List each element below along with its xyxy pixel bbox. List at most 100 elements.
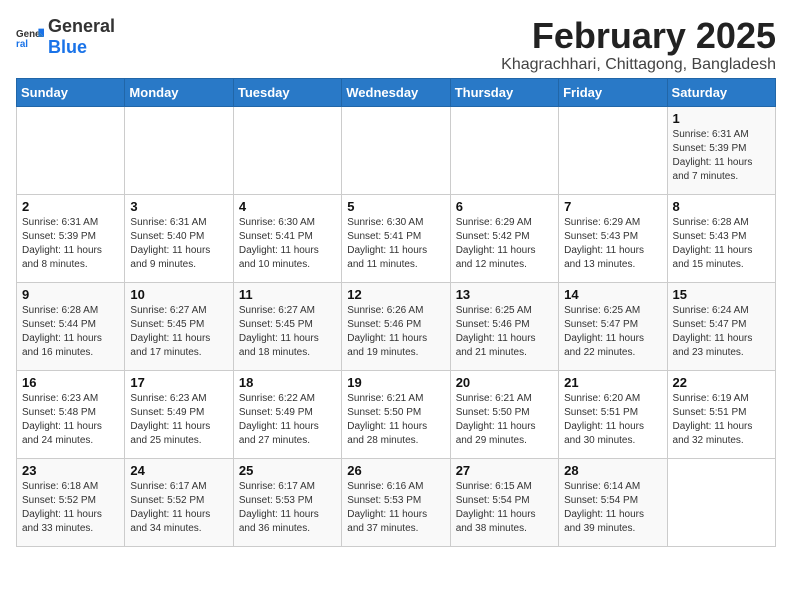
day-number: 26 <box>347 463 444 478</box>
day-cell <box>559 106 667 194</box>
day-cell: 18Sunrise: 6:22 AM Sunset: 5:49 PM Dayli… <box>233 370 341 458</box>
header-monday: Monday <box>125 78 233 106</box>
logo-blue: Blue <box>48 37 87 57</box>
day-number: 20 <box>456 375 553 390</box>
week-row-1: 1 Sunrise: 6:31 AM Sunset: 5:39 PM Daylig… <box>17 106 776 194</box>
day-info: Sunrise: 6:25 AM Sunset: 5:47 PM Dayligh… <box>564 304 661 360</box>
week-row-4: 16 Sunrise: 6:23 AM Sunset: 5:48 PM Dayli… <box>17 370 776 458</box>
day-cell <box>233 106 341 194</box>
day-cell: 23Sunrise: 6:18 AM Sunset: 5:52 PM Dayli… <box>17 458 125 546</box>
day-number: 6 <box>456 199 553 214</box>
day-info: Sunrise: 6:18 AM Sunset: 5:52 PM Dayligh… <box>22 480 119 536</box>
day-number: 7 <box>564 199 661 214</box>
day-number: 15 <box>673 287 770 302</box>
header-saturday: Saturday <box>667 78 775 106</box>
day-cell: 21 Sunrise: 6:20 AM Sunset: 5:51 PM Dayli… <box>559 370 667 458</box>
day-number: 17 <box>130 375 227 390</box>
day-cell: 9 Sunrise: 6:28 AM Sunset: 5:44 PM Daylig… <box>17 282 125 370</box>
title-section: February 2025 Khagrachhari, Chittagong, … <box>501 16 776 74</box>
day-info: Sunrise: 6:29 AM Sunset: 5:43 PM Dayligh… <box>564 216 661 272</box>
day-cell: 10 Sunrise: 6:27 AM Sunset: 5:45 PM Dayli… <box>125 282 233 370</box>
day-cell: 4 Sunrise: 6:30 AM Sunset: 5:41 PM Daylig… <box>233 194 341 282</box>
day-cell: 3 Sunrise: 6:31 AM Sunset: 5:40 PM Daylig… <box>125 194 233 282</box>
day-cell: 26Sunrise: 6:16 AM Sunset: 5:53 PM Dayli… <box>342 458 450 546</box>
header-tuesday: Tuesday <box>233 78 341 106</box>
day-info: Sunrise: 6:31 AM Sunset: 5:39 PM Dayligh… <box>22 216 119 272</box>
day-number: 3 <box>130 199 227 214</box>
day-info: Sunrise: 6:20 AM Sunset: 5:51 PM Dayligh… <box>564 392 661 448</box>
day-cell: 16 Sunrise: 6:23 AM Sunset: 5:48 PM Dayli… <box>17 370 125 458</box>
week-row-5: 23Sunrise: 6:18 AM Sunset: 5:52 PM Dayli… <box>17 458 776 546</box>
day-number: 5 <box>347 199 444 214</box>
day-info: Sunrise: 6:23 AM Sunset: 5:49 PM Dayligh… <box>130 392 227 448</box>
header-friday: Friday <box>559 78 667 106</box>
week-row-3: 9 Sunrise: 6:28 AM Sunset: 5:44 PM Daylig… <box>17 282 776 370</box>
day-info: Sunrise: 6:26 AM Sunset: 5:46 PM Dayligh… <box>347 304 444 360</box>
day-number: 12 <box>347 287 444 302</box>
calendar-subtitle: Khagrachhari, Chittagong, Bangladesh <box>501 56 776 74</box>
day-number: 10 <box>130 287 227 302</box>
day-cell: 15 Sunrise: 6:24 AM Sunset: 5:47 PM Dayli… <box>667 282 775 370</box>
day-cell: 7 Sunrise: 6:29 AM Sunset: 5:43 PM Daylig… <box>559 194 667 282</box>
day-info: Sunrise: 6:23 AM Sunset: 5:48 PM Dayligh… <box>22 392 119 448</box>
day-number: 19 <box>347 375 444 390</box>
day-number: 1 <box>673 111 770 126</box>
day-number: 4 <box>239 199 336 214</box>
day-number: 13 <box>456 287 553 302</box>
logo: Gene ral General Blue <box>16 16 115 58</box>
day-info: Sunrise: 6:30 AM Sunset: 5:41 PM Dayligh… <box>239 216 336 272</box>
weekday-header-row: SundayMondayTuesdayWednesdayThursdayFrid… <box>17 78 776 106</box>
day-number: 16 <box>22 375 119 390</box>
day-info: Sunrise: 6:21 AM Sunset: 5:50 PM Dayligh… <box>347 392 444 448</box>
day-cell: 13 Sunrise: 6:25 AM Sunset: 5:46 PM Dayli… <box>450 282 558 370</box>
day-cell <box>450 106 558 194</box>
day-cell: 19 Sunrise: 6:21 AM Sunset: 5:50 PM Dayli… <box>342 370 450 458</box>
day-cell: 5Sunrise: 6:30 AM Sunset: 5:41 PM Daylig… <box>342 194 450 282</box>
day-number: 28 <box>564 463 661 478</box>
day-info: Sunrise: 6:21 AM Sunset: 5:50 PM Dayligh… <box>456 392 553 448</box>
day-number: 14 <box>564 287 661 302</box>
day-number: 22 <box>673 375 770 390</box>
header-wednesday: Wednesday <box>342 78 450 106</box>
day-cell: 1 Sunrise: 6:31 AM Sunset: 5:39 PM Daylig… <box>667 106 775 194</box>
day-cell <box>125 106 233 194</box>
calendar-table: SundayMondayTuesdayWednesdayThursdayFrid… <box>16 78 776 547</box>
day-number: 2 <box>22 199 119 214</box>
day-cell <box>342 106 450 194</box>
calendar-title: February 2025 <box>501 16 776 56</box>
day-cell: 24Sunrise: 6:17 AM Sunset: 5:52 PM Dayli… <box>125 458 233 546</box>
logo-icon: Gene ral <box>16 23 44 51</box>
day-number: 21 <box>564 375 661 390</box>
day-info: Sunrise: 6:29 AM Sunset: 5:42 PM Dayligh… <box>456 216 553 272</box>
day-number: 27 <box>456 463 553 478</box>
day-info: Sunrise: 6:17 AM Sunset: 5:53 PM Dayligh… <box>239 480 336 536</box>
day-info: Sunrise: 6:27 AM Sunset: 5:45 PM Dayligh… <box>130 304 227 360</box>
day-cell: 25 Sunrise: 6:17 AM Sunset: 5:53 PM Dayli… <box>233 458 341 546</box>
day-info: Sunrise: 6:27 AM Sunset: 5:45 PM Dayligh… <box>239 304 336 360</box>
day-number: 9 <box>22 287 119 302</box>
day-cell: 12 Sunrise: 6:26 AM Sunset: 5:46 PM Dayli… <box>342 282 450 370</box>
day-cell: 8 Sunrise: 6:28 AM Sunset: 5:43 PM Daylig… <box>667 194 775 282</box>
day-info: Sunrise: 6:25 AM Sunset: 5:46 PM Dayligh… <box>456 304 553 360</box>
day-cell: 2 Sunrise: 6:31 AM Sunset: 5:39 PM Daylig… <box>17 194 125 282</box>
day-cell <box>667 458 775 546</box>
page-header: Gene ral General Blue February 2025 Khag… <box>16 16 776 74</box>
day-info: Sunrise: 6:15 AM Sunset: 5:54 PM Dayligh… <box>456 480 553 536</box>
svg-text:ral: ral <box>16 39 28 50</box>
day-info: Sunrise: 6:31 AM Sunset: 5:39 PM Dayligh… <box>673 128 770 184</box>
day-cell <box>17 106 125 194</box>
day-cell: 20 Sunrise: 6:21 AM Sunset: 5:50 PM Dayli… <box>450 370 558 458</box>
day-info: Sunrise: 6:28 AM Sunset: 5:43 PM Dayligh… <box>673 216 770 272</box>
day-cell: 27 Sunrise: 6:15 AM Sunset: 5:54 PM Dayli… <box>450 458 558 546</box>
day-cell: 6 Sunrise: 6:29 AM Sunset: 5:42 PM Daylig… <box>450 194 558 282</box>
day-cell: 28Sunrise: 6:14 AM Sunset: 5:54 PM Dayli… <box>559 458 667 546</box>
day-cell: 22Sunrise: 6:19 AM Sunset: 5:51 PM Dayli… <box>667 370 775 458</box>
day-info: Sunrise: 6:28 AM Sunset: 5:44 PM Dayligh… <box>22 304 119 360</box>
logo-general: General <box>48 16 115 36</box>
header-sunday: Sunday <box>17 78 125 106</box>
day-info: Sunrise: 6:31 AM Sunset: 5:40 PM Dayligh… <box>130 216 227 272</box>
day-info: Sunrise: 6:17 AM Sunset: 5:52 PM Dayligh… <box>130 480 227 536</box>
day-number: 25 <box>239 463 336 478</box>
day-number: 8 <box>673 199 770 214</box>
day-info: Sunrise: 6:24 AM Sunset: 5:47 PM Dayligh… <box>673 304 770 360</box>
